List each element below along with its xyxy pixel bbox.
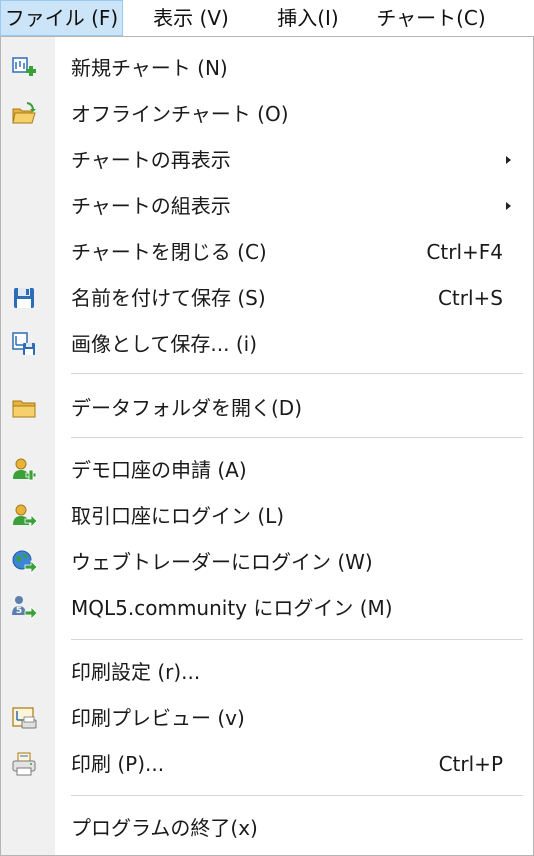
menu-separator <box>71 437 523 438</box>
menu-item-refresh-chart[interactable]: チャートの再表示 <box>1 137 533 183</box>
menu-item-offline-chart[interactable]: オフラインチャート (O) <box>1 91 533 137</box>
menu-item-print[interactable]: 印刷 (P)... Ctrl+P <box>1 741 533 787</box>
menu-item-label: 印刷プレビュー (v) <box>71 706 245 730</box>
menu-item-login-web-trader[interactable]: ウェブトレーダーにログイン (W) <box>1 539 533 585</box>
menu-item-save-as-image[interactable]: 画像として保存... (i) <box>1 321 533 367</box>
menu-item-label: チャートの再表示 <box>71 148 231 172</box>
menu-item-chart-arrangement[interactable]: チャートの組表示 <box>1 183 533 229</box>
menu-item-login-mql5[interactable]: 5 MQL5.community にログイン (M) <box>1 585 533 631</box>
menu-item-label: MQL5.community にログイン (M) <box>71 596 393 620</box>
mql5-login-icon: 5 <box>12 596 37 620</box>
svg-text:5: 5 <box>16 606 22 616</box>
menu-file[interactable]: ファイル (F) <box>0 0 123 36</box>
menu-item-open-data-folder[interactable]: データフォルダを開く(D) <box>1 385 533 431</box>
menu-separator <box>71 639 523 640</box>
menu-insert[interactable]: 挿入(I) <box>262 0 354 36</box>
menu-item-page-setup[interactable]: 印刷設定 (r)... <box>1 649 533 695</box>
menu-item-label: 画像として保存... (i) <box>71 332 257 356</box>
menu-item-save-as[interactable]: 名前を付けて保存 (S) Ctrl+S <box>1 275 533 321</box>
folder-icon <box>12 400 36 418</box>
print-preview-icon <box>12 707 37 729</box>
submenu-arrow-icon <box>506 202 511 210</box>
menu-item-login-trade-account[interactable]: 取引口座にログイン (L) <box>1 493 533 539</box>
menu-item-label: 印刷 (P)... <box>71 752 165 776</box>
menu-item-label: チャートを閉じる (C) <box>71 240 267 264</box>
menu-item-print-preview[interactable]: 印刷プレビュー (v) <box>1 695 533 741</box>
printer-icon <box>12 752 36 776</box>
menu-item-label: オフラインチャート (O) <box>71 102 289 126</box>
menu-item-label: チャートの組表示 <box>71 194 231 218</box>
menu-item-label: 取引口座にログイン (L) <box>71 504 285 528</box>
menu-item-label: プログラムの終了(x) <box>71 816 258 840</box>
menu-item-label: 名前を付けて保存 (S) <box>71 286 266 310</box>
submenu-arrow-icon <box>506 156 511 164</box>
menu-item-label: ウェブトレーダーにログイン (W) <box>71 550 373 574</box>
new-chart-icon <box>12 57 36 76</box>
globe-login-icon <box>12 550 37 574</box>
menu-item-close-chart[interactable]: チャートを閉じる (C) Ctrl+F4 <box>1 229 533 275</box>
menu-item-shortcut: Ctrl+S <box>437 286 503 310</box>
menu-item-label: 新規チャート (N) <box>71 56 228 80</box>
menu-item-new-chart[interactable]: 新規チャート (N) <box>1 45 533 91</box>
open-folder-icon <box>12 102 36 124</box>
menu-separator <box>71 795 523 796</box>
menu-separator <box>71 373 523 374</box>
menu-item-shortcut: Ctrl+F4 <box>426 240 503 264</box>
menu-item-exit[interactable]: プログラムの終了(x) <box>1 805 533 851</box>
save-image-icon <box>12 332 35 355</box>
menu-item-open-demo-account[interactable]: デモ口座の申請 (A) <box>1 447 533 493</box>
file-dropdown-menu: 新規チャート (N) オフラインチャート (O) チャートの再表示 チャートの組… <box>0 36 534 856</box>
menu-item-label: デモ口座の申請 (A) <box>71 458 247 482</box>
menu-chart[interactable]: チャート(C) <box>370 0 492 36</box>
menu-bar: ファイル (F) 表示 (V) 挿入(I) チャート(C) <box>0 0 534 36</box>
menu-view[interactable]: 表示 (V) <box>138 0 244 36</box>
menu-item-shortcut: Ctrl+P <box>438 752 503 776</box>
user-add-icon <box>13 458 37 481</box>
menu-item-label: データフォルダを開く(D) <box>71 396 303 420</box>
user-login-icon <box>13 504 37 528</box>
floppy-disk-icon <box>14 288 34 308</box>
menu-item-label: 印刷設定 (r)... <box>71 660 201 684</box>
